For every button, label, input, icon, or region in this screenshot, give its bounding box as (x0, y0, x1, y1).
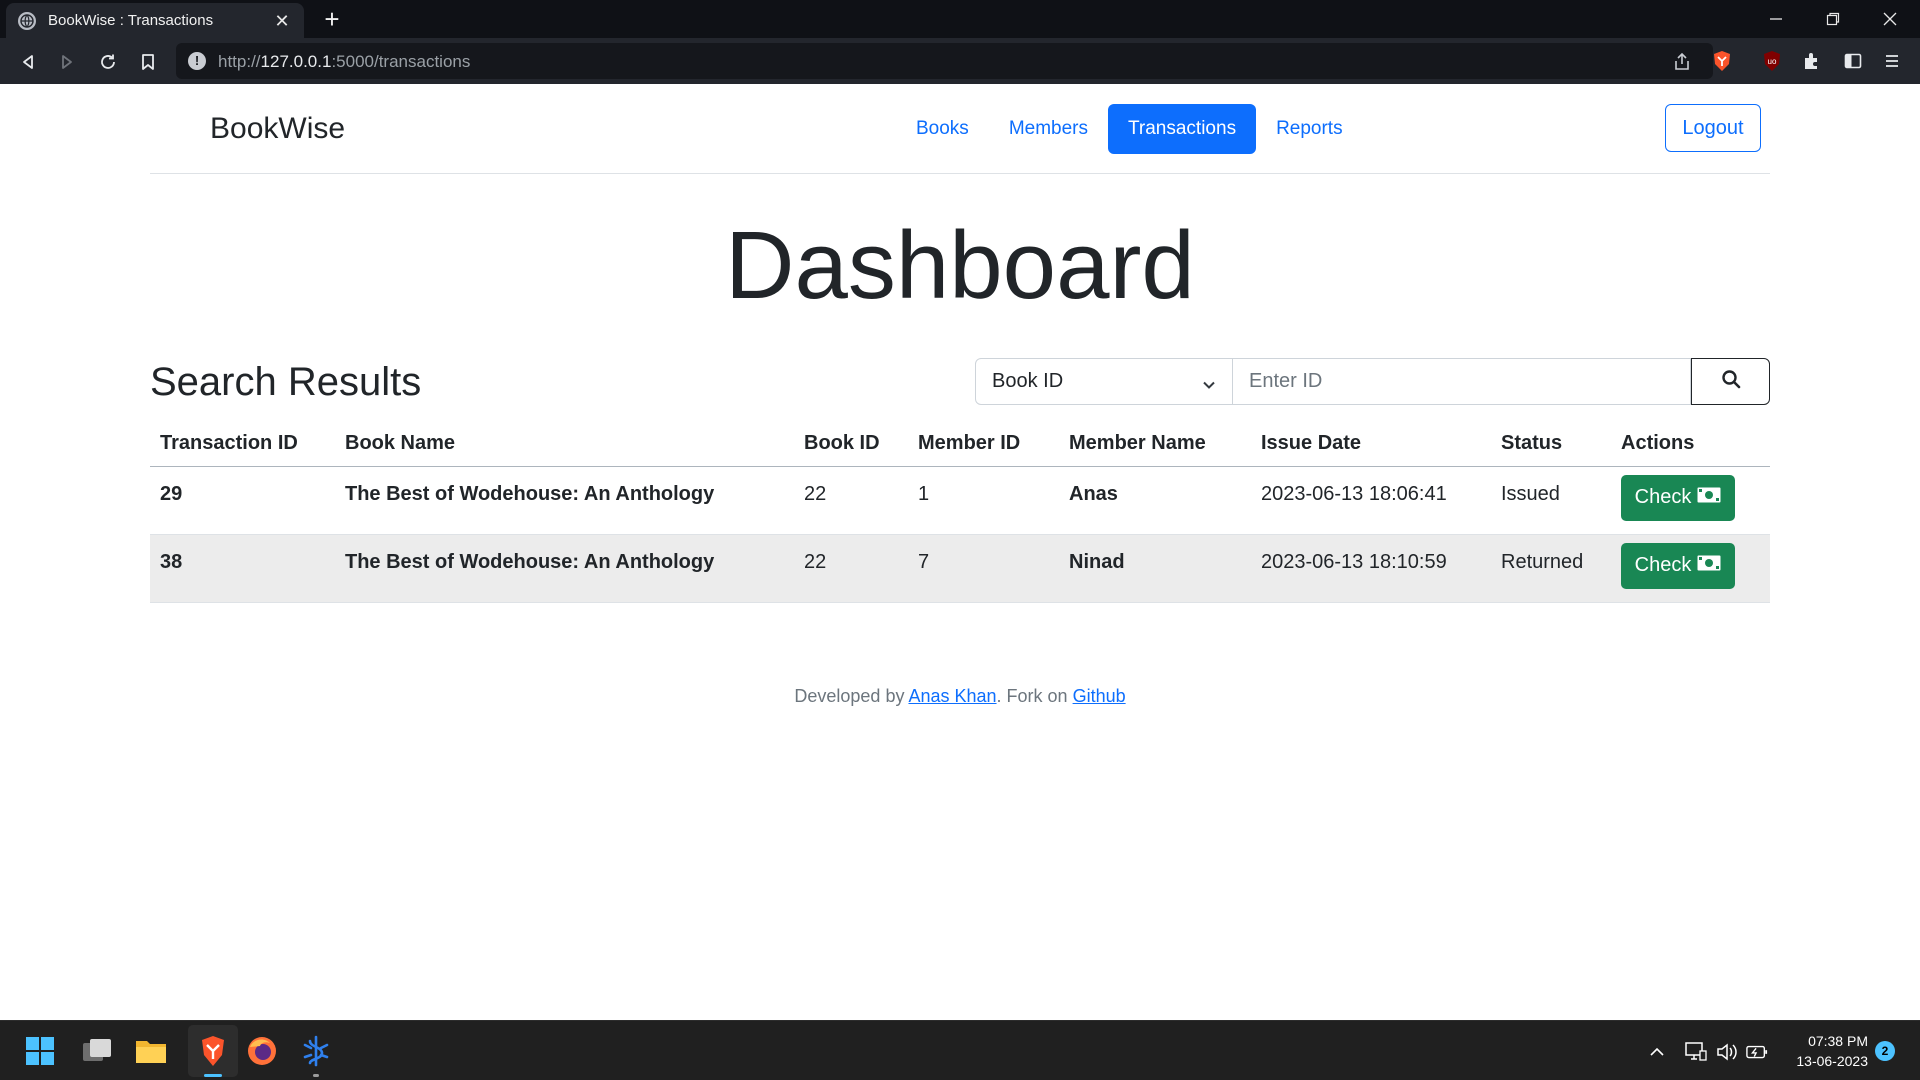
author-link[interactable]: Anas Khan (908, 686, 996, 706)
windows-start-icon[interactable] (22, 1033, 58, 1069)
info-icon[interactable]: ! (188, 52, 206, 70)
new-tab-icon[interactable]: + (318, 6, 346, 34)
cell-issue-date: 2023-06-13 18:10:59 (1251, 534, 1491, 603)
volume-icon[interactable] (1716, 1041, 1738, 1063)
github-link[interactable]: Github (1073, 686, 1126, 706)
cell-book-name: The Best of Wodehouse: An Anthology (335, 534, 794, 603)
cell-member-id: 1 (908, 466, 1059, 535)
brand-logo[interactable]: BookWise (210, 112, 345, 146)
cell-book-name: The Best of Wodehouse: An Anthology (335, 466, 794, 535)
url-text: http://127.0.0.1:5000/transactions (218, 52, 471, 71)
notification-badge[interactable]: 2 (1875, 1041, 1895, 1061)
cell-transaction-id: 38 (150, 534, 335, 603)
back-icon[interactable] (16, 50, 40, 74)
page-title: Dashboard (725, 212, 1195, 319)
clock-time: 07:38 PM (1808, 1033, 1868, 1049)
header-issue-date: Issue Date (1251, 422, 1491, 467)
task-view-icon[interactable] (79, 1033, 115, 1069)
forward-icon[interactable] (55, 50, 79, 74)
network-icon[interactable] (1685, 1041, 1707, 1063)
system-clock[interactable]: 07:38 PM 13-06-2023 (1772, 1031, 1868, 1071)
cash-icon (1697, 486, 1721, 509)
active-app-indicator (204, 1074, 222, 1077)
header-transaction-id: Transaction ID (150, 422, 335, 467)
cell-status: Issued (1491, 466, 1611, 535)
brave-browser-icon[interactable] (195, 1033, 231, 1069)
check-button[interactable]: Check (1621, 474, 1735, 521)
nav-link-reports[interactable]: Reports (1256, 104, 1363, 154)
header-book-name: Book Name (335, 422, 794, 467)
cell-transaction-id: 29 (150, 466, 335, 535)
select-value: Book ID (992, 370, 1064, 392)
share-icon[interactable] (1672, 52, 1692, 72)
restore-icon[interactable] (1815, 6, 1851, 32)
search-icon (1721, 369, 1741, 394)
cell-actions: Check (1611, 534, 1770, 603)
close-window-icon[interactable] (1872, 6, 1908, 32)
vscodium-icon[interactable] (298, 1033, 334, 1069)
tab-close-icon[interactable]: ✕ (272, 11, 292, 31)
header-member-id: Member ID (908, 422, 1059, 467)
header-member-name: Member Name (1059, 422, 1251, 467)
browser-tab[interactable]: BookWise : Transactions ✕ (6, 3, 304, 38)
cell-actions: Check (1611, 466, 1770, 535)
header-actions: Actions (1611, 422, 1770, 467)
nav-link-transactions[interactable]: Transactions (1108, 104, 1257, 154)
browser-tab-bar: BookWise : Transactions ✕ + (0, 0, 1920, 38)
windows-taskbar: 07:38 PM 13-06-2023 2 (0, 1020, 1920, 1080)
navbar: BookWise Books Members Transactions Repo… (150, 84, 1770, 174)
sidebar-toggle-icon[interactable] (1843, 51, 1863, 71)
running-app-indicator (313, 1074, 319, 1077)
cell-member-name: Ninad (1059, 534, 1251, 603)
table-row: 29 The Best of Wodehouse: An Anthology 2… (150, 466, 1770, 535)
firefox-icon[interactable] (244, 1033, 280, 1069)
brave-shields-icon[interactable] (1712, 51, 1732, 71)
search-button[interactable] (1691, 358, 1770, 405)
cash-icon (1697, 554, 1721, 577)
check-button-label: Check (1634, 554, 1692, 576)
reload-icon[interactable] (96, 50, 120, 74)
ublock-icon[interactable]: uo (1762, 51, 1782, 71)
chevron-up-icon[interactable] (1646, 1041, 1668, 1063)
battery-icon[interactable] (1746, 1041, 1768, 1063)
cell-member-id: 7 (908, 534, 1059, 603)
cell-issue-date: 2023-06-13 18:06:41 (1251, 466, 1491, 535)
table-header-row: Transaction ID Book Name Book ID Member … (150, 422, 1770, 467)
check-button-label: Check (1634, 486, 1692, 508)
header-book-id: Book ID (794, 422, 908, 467)
cell-member-name: Anas (1059, 466, 1251, 535)
file-explorer-icon[interactable] (133, 1033, 169, 1069)
browser-toolbar: ! http://127.0.0.1:5000/transactions uo (0, 38, 1920, 84)
clock-date: 13-06-2023 (1796, 1053, 1868, 1069)
cell-book-id: 22 (794, 466, 908, 535)
search-form: Book ID (975, 358, 1770, 405)
page-content: BookWise Books Members Transactions Repo… (0, 84, 1920, 1020)
nav-link-books[interactable]: Books (896, 104, 989, 154)
search-field-select[interactable]: Book ID (975, 358, 1233, 405)
bookmark-icon[interactable] (136, 50, 160, 74)
nav-link-members[interactable]: Members (989, 104, 1108, 154)
cell-status: Returned (1491, 534, 1611, 603)
results-title: Search Results (150, 360, 422, 404)
id-search-input[interactable] (1233, 358, 1691, 405)
cell-book-id: 22 (794, 534, 908, 603)
chevron-down-icon (1202, 375, 1216, 398)
extensions-icon[interactable] (1802, 51, 1822, 71)
nav-links: Books Members Transactions Reports (896, 104, 1363, 154)
tab-title: BookWise : Transactions (48, 12, 214, 29)
address-bar[interactable]: ! http://127.0.0.1:5000/transactions (176, 43, 1713, 79)
header-status: Status (1491, 422, 1611, 467)
svg-text:uo: uo (1768, 57, 1777, 66)
check-button[interactable]: Check (1621, 542, 1735, 589)
logout-button[interactable]: Logout (1665, 104, 1761, 152)
footer: Developed by Anas Khan. Fork on Github (794, 686, 1126, 706)
table-row: 38 The Best of Wodehouse: An Anthology 2… (150, 534, 1770, 603)
minimize-icon[interactable] (1758, 6, 1794, 32)
menu-icon[interactable] (1882, 51, 1902, 71)
globe-icon (18, 11, 36, 30)
transactions-table: Transaction ID Book Name Book ID Member … (150, 422, 1770, 603)
